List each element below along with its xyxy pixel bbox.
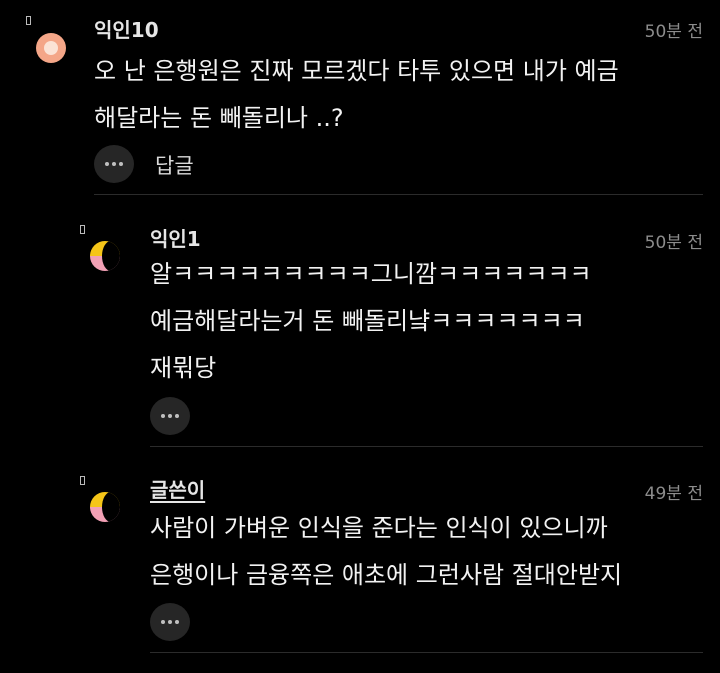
bookmark-icon[interactable] [26, 16, 31, 25]
comment-author[interactable]: 익인1 [150, 223, 201, 252]
comment-text-line: 사람이 가벼운 인식을 준다는 인식이 있으니까 [150, 514, 608, 542]
avatar[interactable] [36, 33, 66, 63]
comment-time: 50분 전 [644, 22, 703, 42]
reply-button[interactable]: 답글 [155, 150, 194, 180]
comment-author[interactable]: 글쓴이 [150, 474, 205, 503]
comment-text-line: 재뮊당 [150, 354, 217, 382]
avatar[interactable] [90, 241, 120, 271]
comment-author[interactable]: 익인10 [94, 14, 159, 43]
divider [150, 652, 703, 653]
comment-1: 익인10 50분 전 오 난 은행원은 진짜 모르겠다 타투 있으면 내가 예금… [0, 0, 720, 195]
comment-3: 글쓴이 49분 전 사람이 가벼운 인식을 준다는 인식이 있으니까 은행이나 … [0, 446, 720, 673]
comment-time: 49분 전 [644, 484, 703, 504]
comment-text-line: 알ㅋㅋㅋㅋㅋㅋㅋㅋㅋ그니깜ㅋㅋㅋㅋㅋㅋㅋ [150, 260, 592, 288]
comment-2: 익인1 50분 전 알ㅋㅋㅋㅋㅋㅋㅋㅋㅋ그니깜ㅋㅋㅋㅋㅋㅋㅋ 예금해달라는거 돈… [0, 195, 720, 445]
comment-text-line: 은행이나 금융쪽은 애초에 그런사람 절대안받지 [150, 561, 623, 589]
bookmark-icon[interactable] [80, 476, 85, 485]
comment-text-line: 예금해달라는거 돈 빼돌리냨ㅋㅋㅋㅋㅋㅋㅋ [150, 307, 585, 335]
comment-text-line: 해달라는 돈 빼돌리나 ..? [94, 104, 344, 132]
avatar[interactable] [90, 492, 120, 522]
more-options-button[interactable] [150, 397, 190, 435]
comment-time: 50분 전 [644, 233, 703, 253]
comment-text-line: 오 난 은행원은 진짜 모르겠다 타투 있으면 내가 예금 [94, 57, 619, 85]
more-options-button[interactable] [94, 145, 134, 183]
bookmark-icon[interactable] [80, 225, 85, 234]
more-options-button[interactable] [150, 603, 190, 641]
